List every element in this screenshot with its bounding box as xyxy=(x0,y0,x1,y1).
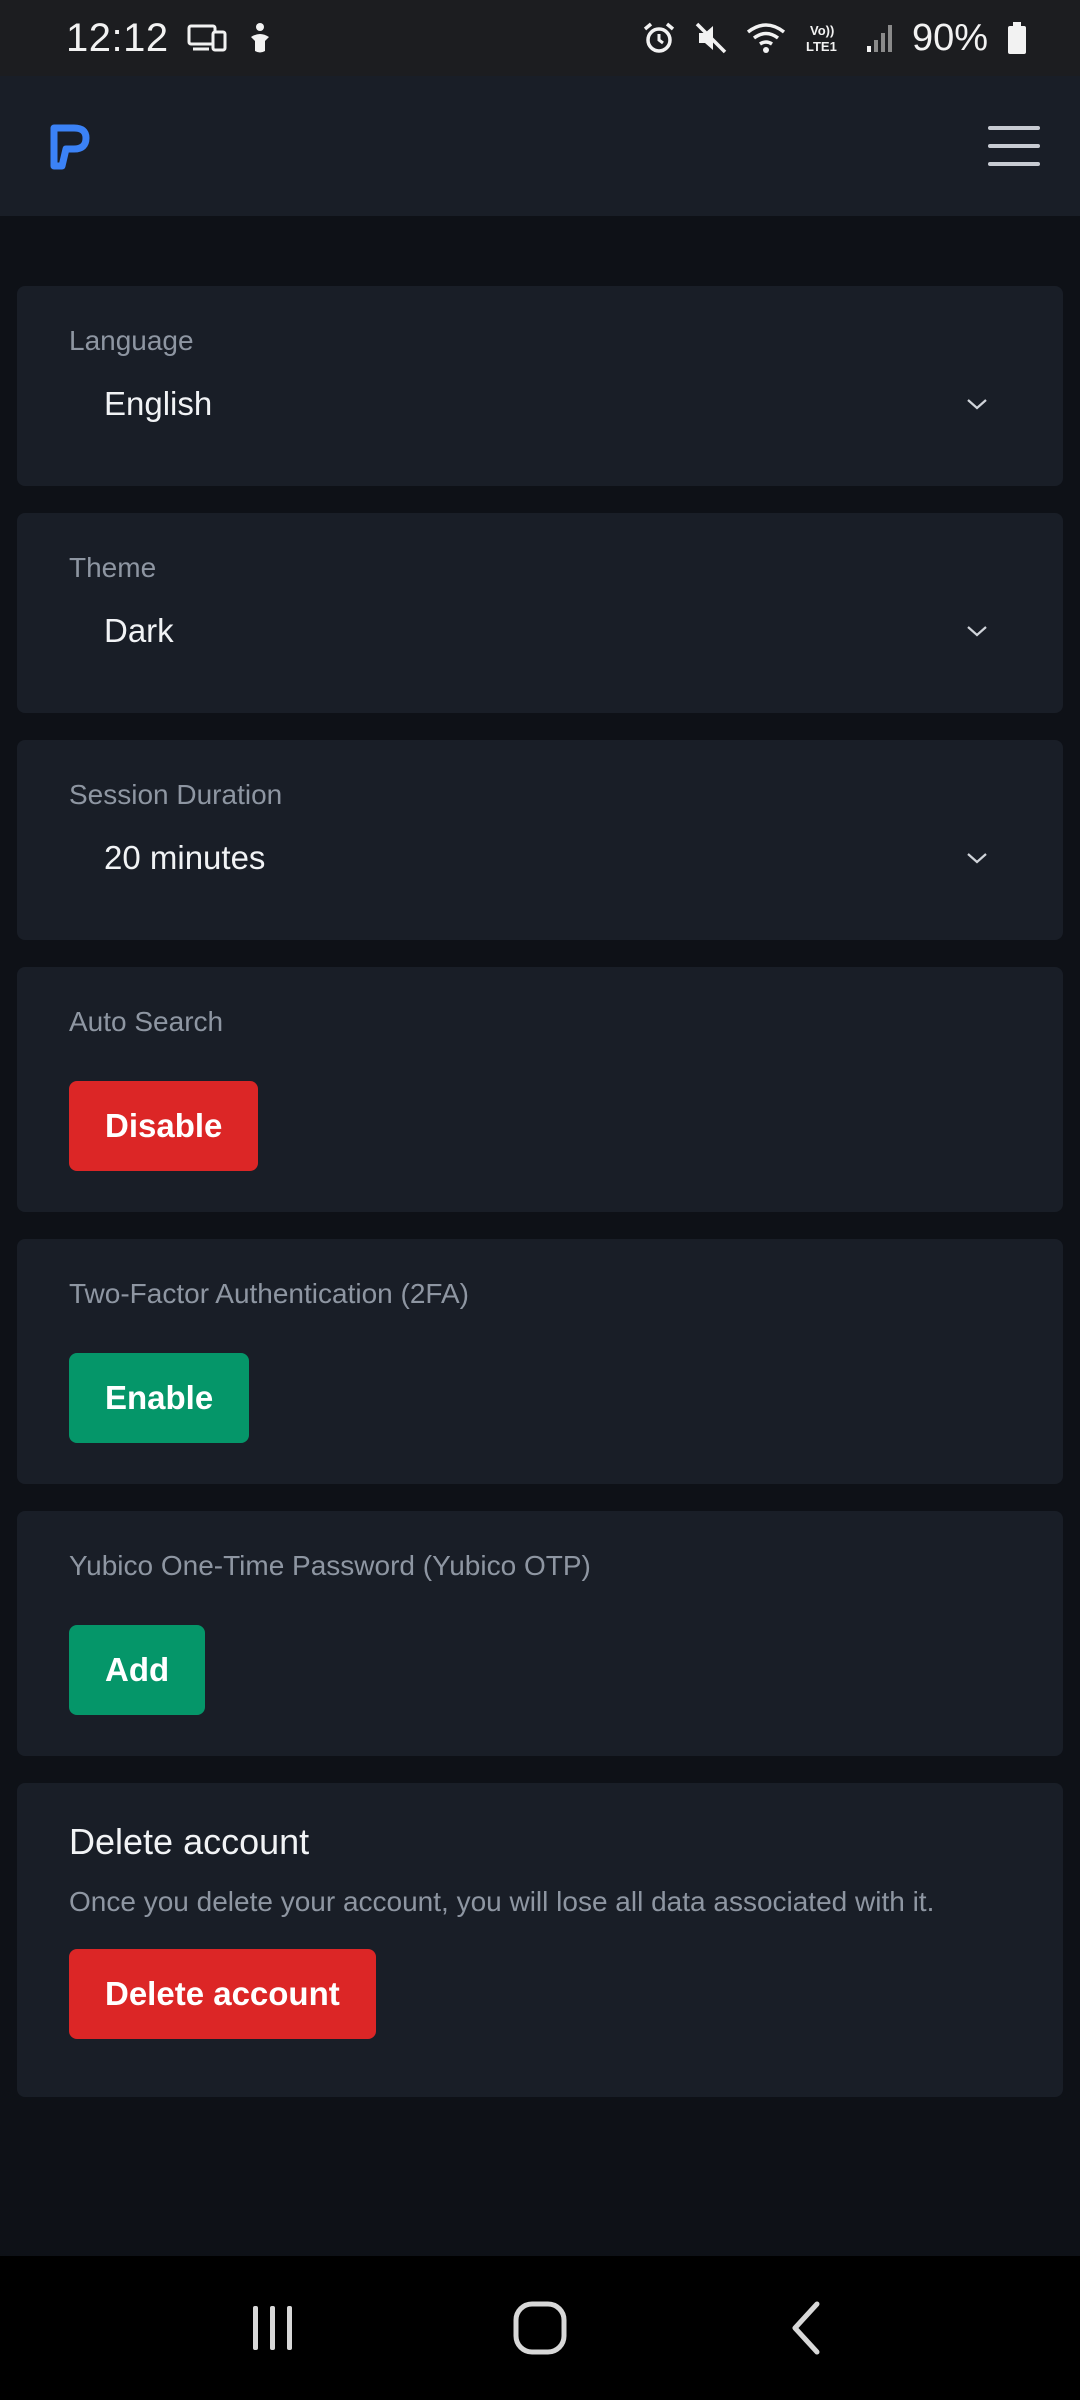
language-label: Language xyxy=(69,325,194,356)
two-factor-label: Two-Factor Authentication (2FA) xyxy=(69,1278,469,1309)
alarm-icon xyxy=(642,21,676,55)
theme-card: Theme Dark xyxy=(17,513,1063,713)
auto-search-card: Auto Search Disable xyxy=(17,967,1063,1212)
app-header xyxy=(0,76,1080,216)
settings-list: Language English Theme Dark Session Dura… xyxy=(17,286,1063,2124)
two-factor-enable-button[interactable]: Enable xyxy=(69,1353,250,1443)
delete-account-title: Delete account xyxy=(69,1821,310,1862)
battery-icon xyxy=(1006,21,1028,55)
cast-icon xyxy=(187,22,227,54)
auto-search-disable-button[interactable]: Disable xyxy=(69,1081,259,1171)
svg-text:Vo)): Vo)) xyxy=(810,23,834,38)
recent-apps-icon[interactable] xyxy=(233,2288,313,2368)
signal-icon xyxy=(866,22,894,54)
yubico-otp-label: Yubico One-Time Password (Yubico OTP) xyxy=(69,1550,591,1581)
auto-search-label: Auto Search xyxy=(69,1006,224,1037)
session-duration-select[interactable]: 20 minutes xyxy=(69,812,1011,904)
status-right: Vo)) LTE1 90% xyxy=(642,17,1028,60)
theme-label: Theme xyxy=(69,552,157,583)
volte-icon: Vo)) LTE1 xyxy=(804,21,848,55)
language-select[interactable]: English xyxy=(69,358,1011,450)
yubico-otp-card: Yubico One-Time Password (Yubico OTP) Ad… xyxy=(17,1511,1063,1756)
home-icon[interactable] xyxy=(500,2288,580,2368)
session-duration-label: Session Duration xyxy=(69,779,283,810)
language-card: Language English xyxy=(17,286,1063,486)
chevron-down-icon xyxy=(967,853,987,864)
svg-text:LTE1: LTE1 xyxy=(806,39,837,54)
delete-account-button[interactable]: Delete account xyxy=(69,1949,376,2039)
delete-account-description: Once you delete your account, you will l… xyxy=(69,1886,935,1917)
mute-icon xyxy=(694,21,728,55)
menu-line xyxy=(988,144,1040,148)
menu-line xyxy=(988,126,1040,130)
menu-line xyxy=(988,162,1040,166)
status-bar: 12:12 Vo)) LTE1 90% xyxy=(0,0,1080,76)
p-logo-icon[interactable] xyxy=(50,122,90,170)
chevron-down-icon xyxy=(967,626,987,637)
chevron-down-icon xyxy=(967,399,987,410)
status-time: 12:12 xyxy=(66,15,169,60)
theme-select[interactable]: Dark xyxy=(69,585,1011,677)
session-duration-card: Session Duration 20 minutes xyxy=(17,740,1063,940)
language-value: English xyxy=(104,385,213,422)
theme-value: Dark xyxy=(104,612,174,649)
accessibility-icon xyxy=(245,21,275,55)
session-duration-value: 20 minutes xyxy=(104,839,266,876)
battery-percent: 90% xyxy=(911,16,988,59)
two-factor-card: Two-Factor Authentication (2FA) Enable xyxy=(17,1239,1063,1484)
status-left: 12:12 xyxy=(66,16,275,61)
wifi-icon xyxy=(746,22,786,54)
back-icon[interactable] xyxy=(767,2288,847,2368)
hamburger-menu-icon[interactable] xyxy=(988,126,1040,166)
system-nav-bar xyxy=(0,2256,1080,2400)
yubico-otp-add-button[interactable]: Add xyxy=(69,1625,206,1715)
delete-account-card: Delete account Once you delete your acco… xyxy=(17,1783,1063,2097)
